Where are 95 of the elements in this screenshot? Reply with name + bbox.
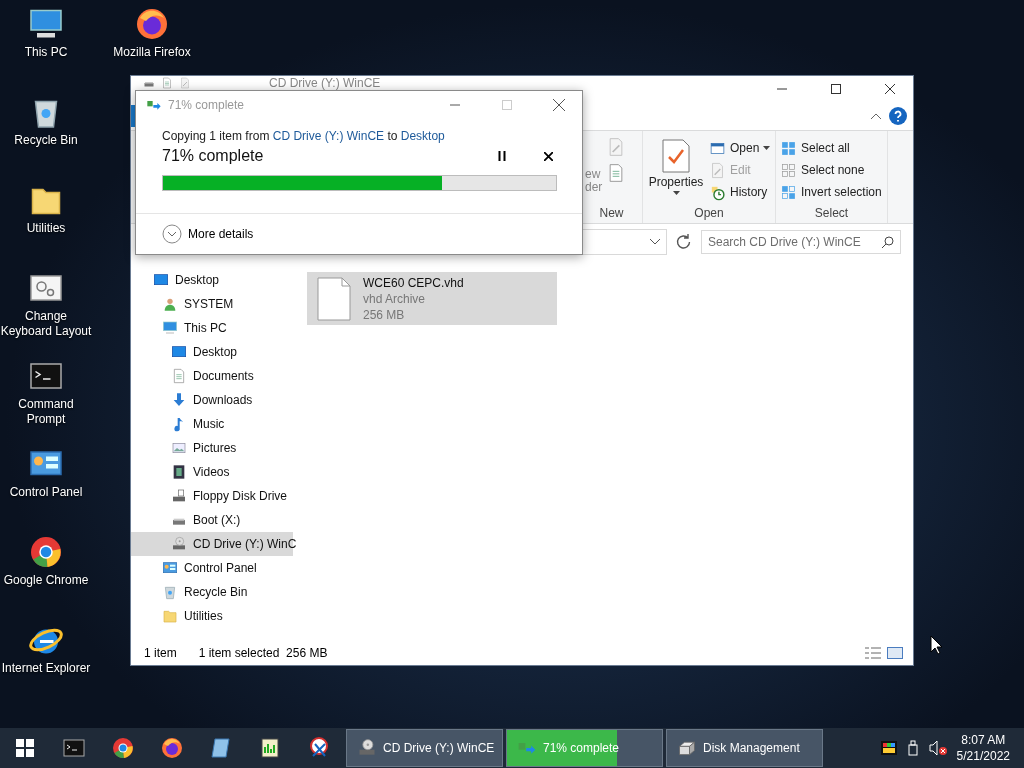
close-button[interactable]: [885, 84, 895, 94]
chevron-down-icon: [650, 239, 660, 245]
expand-circle-icon[interactable]: [162, 224, 182, 244]
window-title: CD Drive (Y:) WinCE: [269, 77, 382, 90]
ribbon-button[interactable]: History: [709, 181, 771, 203]
nav-item[interactable]: SYSTEM: [131, 292, 293, 316]
download-arrow-icon: [171, 392, 187, 408]
round-browser-icon: [110, 736, 135, 760]
search-icon: [882, 236, 894, 248]
file-icon: [317, 276, 351, 321]
properties-button[interactable]: Properties: [647, 135, 705, 205]
file-name: WCE60 CEPC.vhd: [363, 274, 464, 291]
more-details-link[interactable]: More details: [188, 227, 254, 241]
monitor-icon: [162, 320, 178, 336]
destination-link[interactable]: Desktop: [400, 129, 445, 143]
disk-drive-icon: [677, 738, 697, 758]
nav-item[interactable]: Pictures: [131, 436, 293, 460]
edit-icon: [709, 161, 726, 179]
empty-grid-icon: [780, 161, 797, 179]
ribbon-button[interactable]: Select all: [780, 137, 882, 159]
new-folder-label: ew: [585, 168, 602, 181]
desktop-icon-label[interactable]: This PC: [24, 45, 68, 60]
collapse-ribbon-icon[interactable]: [871, 113, 881, 119]
muted-speaker-icon[interactable]: [928, 740, 947, 756]
cancel-icon[interactable]: [544, 151, 553, 161]
ribbon-button[interactable]: Invert selection: [780, 181, 882, 203]
desktop-icon-label[interactable]: Google Chrome: [3, 573, 89, 588]
clock[interactable]: 8:07 AM 5/21/2022: [956, 732, 1010, 764]
nav-item[interactable]: Music: [131, 412, 293, 436]
item-count: 1 item: [144, 646, 177, 660]
fox-browser-icon: [159, 736, 184, 760]
desktop-icon-label[interactable]: Change Keyboard Layout: [0, 309, 92, 339]
copy-message: Copying 1 item from CD Drive (Y:) WinCE to Desktop: [162, 129, 446, 143]
ribbon-button[interactable]: Select none: [780, 159, 882, 181]
nav-item[interactable]: Floppy Disk Drive: [131, 484, 293, 508]
pause-icon[interactable]: [498, 151, 506, 161]
desktop-icon-label[interactable]: Control Panel: [9, 485, 83, 500]
close-button[interactable]: [553, 99, 565, 111]
recycle-bin-icon: [162, 584, 178, 600]
control-panel-icon: [162, 560, 178, 576]
ribbon-button[interactable]: Open: [709, 137, 771, 159]
cd-drive-icon: [171, 536, 187, 552]
maximize-button[interactable]: [831, 84, 841, 94]
search-field[interactable]: Search CD Drive (Y:) WinCE: [701, 230, 901, 254]
checkmark-document-icon: [661, 139, 691, 173]
cd-drive-icon: [357, 738, 377, 758]
nav-item[interactable]: Utilities: [131, 604, 293, 628]
round-browser-icon: [28, 534, 64, 570]
desktop-icon-label[interactable]: Mozilla Firefox: [113, 45, 191, 60]
desktop-icon-label[interactable]: Utilities: [26, 221, 66, 236]
selection-info: 1 item selected 256 MB: [198, 646, 329, 660]
source-link[interactable]: CD Drive (Y:) WinCE: [272, 129, 385, 143]
terminal-icon: [61, 736, 86, 760]
file-type: vhd Archive: [363, 290, 427, 307]
tiles-view-icon[interactable]: [887, 647, 903, 659]
fox-browser-icon: [134, 6, 170, 42]
start-icon: [15, 739, 34, 757]
nav-item[interactable]: Documents: [131, 364, 293, 388]
nav-item[interactable]: Downloads: [131, 388, 293, 412]
invert-grid-icon: [780, 183, 797, 201]
caret-icon: [763, 146, 771, 150]
nav-item[interactable]: Videos: [131, 460, 293, 484]
desktop-icon-label[interactable]: Command Prompt: [0, 397, 92, 427]
film-icon: [171, 464, 187, 480]
nav-item[interactable]: This PC: [131, 316, 293, 340]
nav-item[interactable]: Recycle Bin: [131, 580, 293, 604]
user-icon: [162, 296, 178, 312]
group-label: New: [598, 205, 625, 222]
nav-item[interactable]: Control Panel: [131, 556, 293, 580]
floppy-drive-icon: [171, 488, 187, 504]
desktop-icon-label[interactable]: Recycle Bin: [14, 133, 78, 148]
usb-device-icon[interactable]: [906, 740, 919, 756]
monitor-icon: [153, 272, 169, 288]
progress-text: 71% complete: [162, 147, 265, 165]
group-label: Select: [813, 205, 850, 222]
group-label: Open: [693, 205, 725, 222]
desktop-icon-label[interactable]: Internet Explorer: [1, 661, 91, 676]
document-icon: [171, 368, 187, 384]
taskbar-window-button[interactable]: Disk Management: [666, 729, 823, 767]
nav-item[interactable]: Desktop: [131, 340, 293, 364]
monitor-icon: [171, 344, 187, 360]
nav-item[interactable]: Boot (X:): [131, 508, 293, 532]
taskbar-window-button[interactable]: CD Drive (Y:) WinCE: [346, 729, 503, 767]
new-folder-label: der: [585, 181, 603, 194]
help-icon[interactable]: [889, 107, 907, 125]
file-item[interactable]: WCE60 CEPC.vhd vhd Archive 256 MB: [307, 272, 557, 325]
nav-item[interactable]: Desktop: [131, 268, 293, 292]
picture-icon: [171, 440, 187, 456]
color-grid-icon[interactable]: [880, 741, 897, 755]
folder-icon: [162, 608, 178, 624]
caret-icon: [672, 191, 680, 195]
file-size: 256 MB: [363, 306, 406, 323]
mouse-pointer-icon: [930, 635, 942, 655]
grid-icon: [780, 139, 797, 157]
dialog-title: 71% complete: [168, 98, 246, 112]
